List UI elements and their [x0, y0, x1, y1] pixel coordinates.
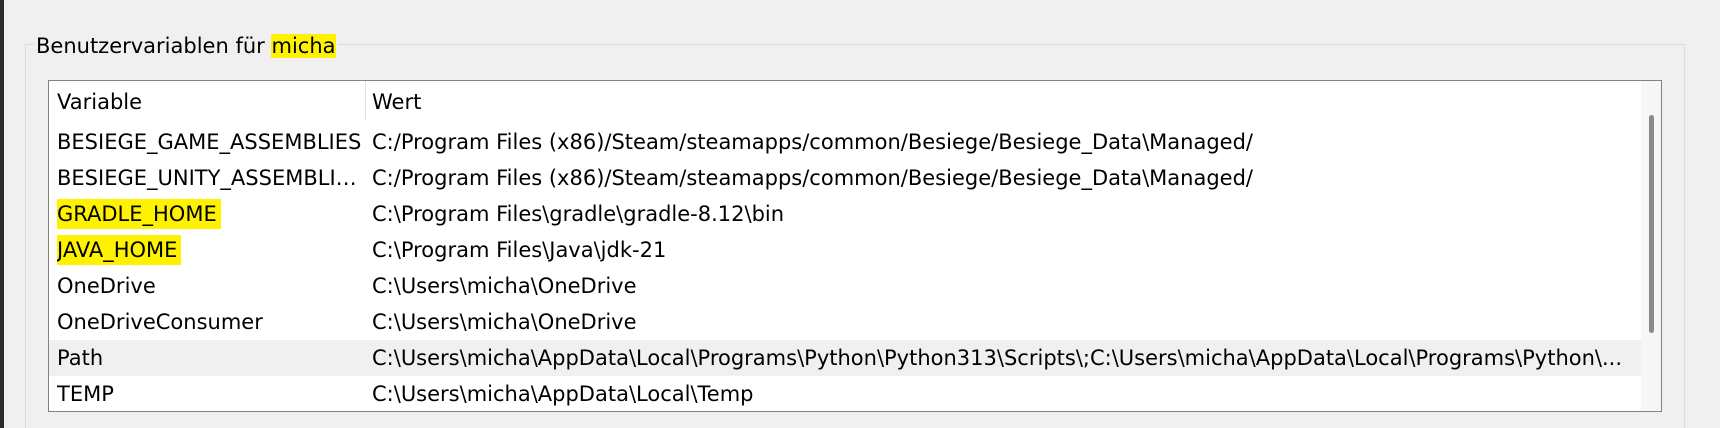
variable-value: C:\Users\micha\OneDrive	[372, 310, 637, 334]
table-row[interactable]: GRADLE_HOME C:\Program Files\gradle\grad…	[49, 196, 1659, 232]
list-rows: BESIEGE_GAME_ASSEMBLIES C:/Program Files…	[49, 124, 1659, 411]
table-row[interactable]: OneDrive C:\Users\micha\OneDrive	[49, 268, 1659, 304]
variable-name: OneDrive	[57, 274, 156, 298]
variable-name: JAVA_HOME	[57, 232, 362, 268]
vertical-scrollbar[interactable]	[1641, 81, 1661, 411]
variable-name: BESIEGE_GAME_ASSEMBLIES	[57, 130, 362, 154]
column-header-variable[interactable]: Variable	[57, 81, 142, 120]
table-row[interactable]: JAVA_HOME C:\Program Files\Java\jdk-21	[49, 232, 1659, 268]
table-row[interactable]: BESIEGE_GAME_ASSEMBLIES C:/Program Files…	[49, 124, 1659, 160]
name-highlight: JAVA_HOME	[57, 235, 182, 265]
window-left-edge	[0, 0, 4, 428]
variable-value: C:\Users\micha\AppData\Local\Temp	[372, 382, 754, 406]
variable-name: Path	[57, 346, 104, 370]
column-divider[interactable]	[365, 81, 366, 120]
variable-value: C:\Program Files\Java\jdk-21	[372, 238, 667, 262]
user-variables-list[interactable]: Variable Wert BESIEGE_GAME_ASSEMBLIES C:…	[48, 80, 1662, 412]
variable-name: GRADLE_HOME	[57, 196, 362, 232]
variable-value: C:\Program Files\gradle\gradle-8.12\bin	[372, 202, 785, 226]
variable-name: TEMP	[57, 382, 114, 406]
variable-value: C:/Program Files (x86)/Steam/steamapps/c…	[372, 130, 1254, 154]
variable-value: C:/Program Files (x86)/Steam/steamapps/c…	[372, 166, 1254, 190]
variable-value: C:\Users\micha\AppData\Local\Programs\Py…	[372, 346, 1623, 370]
table-row[interactable]: BESIEGE_UNITY_ASSEMBLIES C:/Program File…	[49, 160, 1659, 196]
variable-name: BESIEGE_UNITY_ASSEMBLIES	[57, 166, 362, 190]
scrollbar-thumb[interactable]	[1649, 115, 1654, 333]
group-title: Benutzervariablen für micha	[34, 30, 338, 62]
column-header-value[interactable]: Wert	[372, 81, 421, 120]
name-highlight: GRADLE_HOME	[57, 199, 221, 229]
group-title-user: micha	[271, 34, 336, 58]
table-row-selected[interactable]: Path C:\Users\micha\AppData\Local\Progra…	[49, 340, 1659, 376]
table-row[interactable]: TEMP C:\Users\micha\AppData\Local\Temp	[49, 376, 1659, 411]
variable-value: C:\Users\micha\OneDrive	[372, 274, 637, 298]
variable-name: OneDriveConsumer	[57, 310, 263, 334]
table-row[interactable]: OneDriveConsumer C:\Users\micha\OneDrive	[49, 304, 1659, 340]
list-header: Variable Wert	[49, 81, 1659, 120]
group-title-prefix: Benutzervariablen für	[36, 34, 272, 58]
